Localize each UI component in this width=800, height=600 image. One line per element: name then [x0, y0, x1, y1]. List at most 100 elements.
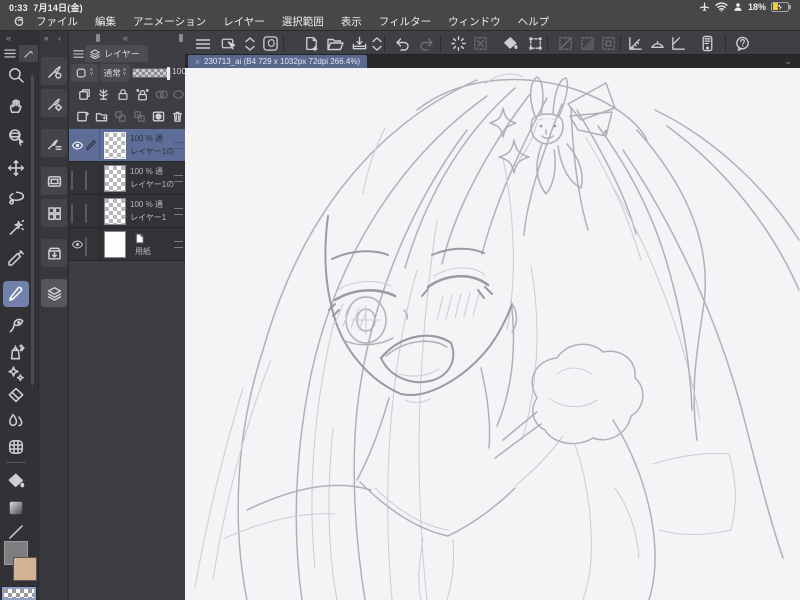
dock-layer-property-button[interactable]: [41, 199, 67, 227]
scale-rotate-icon[interactable]: [525, 34, 545, 53]
paper-thumbnail[interactable]: [104, 231, 126, 258]
eyedropper-tool[interactable]: [3, 245, 29, 271]
hand-tool[interactable]: [3, 93, 29, 119]
pencil-tool[interactable]: [3, 312, 29, 338]
edit-pointer-icon[interactable]: [218, 34, 238, 53]
lock-transparent-pixels-icon[interactable]: [135, 87, 150, 102]
operation-tool[interactable]: [3, 124, 29, 150]
enable-mask-icon[interactable]: [154, 87, 169, 102]
companion-mode-icon[interactable]: [697, 34, 717, 53]
new-folder-button[interactable]: [94, 109, 109, 124]
dock-subtool-button[interactable]: [41, 89, 67, 117]
visibility-eye-icon[interactable]: [71, 238, 84, 251]
new-layer-button[interactable]: [75, 109, 90, 124]
liquify-tool[interactable]: [3, 434, 29, 460]
redo-icon[interactable]: [417, 34, 437, 53]
reference-layer-icon[interactable]: [171, 87, 186, 102]
layer-thumbnail[interactable]: [104, 165, 126, 192]
layer-thumbnail[interactable]: [104, 198, 126, 225]
menu-help[interactable]: ヘルプ: [518, 14, 550, 29]
clip-studio-logo[interactable]: [12, 15, 26, 29]
dock-tool-button[interactable]: [41, 57, 67, 85]
undo-icon[interactable]: [392, 34, 412, 53]
menu-selection[interactable]: 選択範囲: [282, 14, 324, 29]
main-menu-icon[interactable]: [193, 34, 213, 53]
panel-handle[interactable]: [96, 34, 100, 42]
tab-list-chevron-icon[interactable]: ⌄: [784, 56, 792, 67]
new-canvas-icon[interactable]: [301, 34, 321, 53]
layer-row-1[interactable]: 100 % 通レイヤー1の: [69, 129, 186, 162]
document-tab[interactable]: × 230713_ai (B4 729 x 1032px 72dpi 266.4…: [188, 55, 368, 68]
canvas[interactable]: [185, 68, 800, 600]
collapse-dock-icon[interactable]: «: [44, 33, 49, 43]
pen-tool-selected[interactable]: [3, 281, 29, 307]
open-file-icon[interactable]: [325, 34, 345, 53]
dock-arrow-icon[interactable]: ‹: [58, 33, 61, 43]
layer-drag-handle[interactable]: [174, 241, 183, 248]
collapse-layer-panel-icon[interactable]: «: [123, 33, 128, 43]
menu-window[interactable]: ウィンドウ: [448, 14, 501, 29]
layer-panel-menu-icon[interactable]: [73, 49, 84, 59]
dock-tool-property-button[interactable]: [41, 129, 67, 157]
visibility-eye-icon[interactable]: [71, 139, 84, 152]
layer-drag-handle[interactable]: [174, 208, 183, 215]
layer-row-paper[interactable]: 用紙: [69, 228, 186, 261]
sub-color-swatch[interactable]: [13, 557, 37, 581]
menu-edit[interactable]: 編集: [95, 14, 116, 29]
layer-row-2[interactable]: 100 % 通レイヤー1の: [69, 162, 186, 195]
deselect-icon[interactable]: [555, 34, 575, 53]
tool-palette-scrollbar[interactable]: [31, 75, 34, 385]
menu-filter[interactable]: フィルター: [379, 14, 431, 29]
eraser-tool[interactable]: [3, 382, 29, 408]
panel-handle-right[interactable]: [179, 34, 183, 42]
transfer-to-layer-below-button[interactable]: [113, 109, 128, 124]
delete-layer-button[interactable]: [170, 109, 185, 124]
invert-selection-icon[interactable]: [577, 34, 597, 53]
menu-layer[interactable]: レイヤー: [223, 14, 265, 29]
layer-row-3[interactable]: 100 % 通レイヤー1: [69, 195, 186, 228]
menu-file[interactable]: ファイル: [36, 14, 78, 29]
layer-palette-color-selector[interactable]: ˄ ˅: [71, 64, 98, 82]
opacity-slider-knob[interactable]: [167, 67, 170, 80]
draw-on-layer-icon[interactable]: [96, 87, 111, 102]
menu-animation[interactable]: アニメーション: [133, 14, 206, 29]
visibility-checkbox-empty[interactable]: [71, 204, 73, 223]
layer-tab[interactable]: レイヤー: [85, 45, 148, 62]
fill-tool[interactable]: [3, 468, 29, 494]
gradient-tool[interactable]: [3, 495, 29, 521]
toolbar-toggle-chevrons-icon[interactable]: [240, 34, 260, 53]
layer-drag-handle[interactable]: [174, 175, 183, 182]
clip-to-layer-below-icon[interactable]: [77, 87, 92, 102]
layer-move-tool[interactable]: [3, 155, 29, 181]
current-tool-tab[interactable]: [19, 45, 38, 62]
menu-view[interactable]: 表示: [341, 14, 362, 29]
transparent-color-swatch[interactable]: [1, 586, 37, 600]
clip-studio-launch-icon[interactable]: [260, 34, 280, 53]
lock-layer-icon[interactable]: [116, 87, 130, 102]
save-icon[interactable]: [349, 34, 369, 53]
clear-outside-selection-icon[interactable]: [470, 34, 490, 53]
opacity-slider[interactable]: [132, 67, 171, 80]
tool-palette-menu-icon[interactable]: [4, 48, 16, 59]
blend-tool[interactable]: [3, 407, 29, 433]
snap-to-grid-icon[interactable]: [668, 34, 688, 53]
close-tab-icon[interactable]: ×: [195, 57, 200, 67]
snap-to-ruler-icon[interactable]: [625, 34, 645, 53]
merge-with-layer-below-button[interactable]: [132, 109, 147, 124]
blend-mode-dropdown[interactable]: 通常 ˄ ˅: [100, 64, 130, 82]
layer-drag-handle[interactable]: [174, 142, 183, 149]
snap-to-special-ruler-icon[interactable]: [647, 34, 667, 53]
dock-material-button[interactable]: [41, 239, 67, 267]
dock-navigator-button[interactable]: [41, 167, 67, 195]
create-mask-button[interactable]: [151, 109, 166, 124]
clear-icon[interactable]: [448, 34, 468, 53]
zoom-tool[interactable]: [3, 62, 29, 88]
collapse-tool-palette-icon[interactable]: «: [6, 33, 11, 43]
selection-border-icon[interactable]: [598, 34, 618, 53]
auto-select-wand-tool[interactable]: [3, 215, 29, 241]
selection-lasso-tool[interactable]: [3, 185, 29, 211]
fill-command-icon[interactable]: [500, 34, 520, 53]
help-hints-icon[interactable]: [732, 34, 752, 53]
visibility-checkbox-empty[interactable]: [71, 171, 73, 190]
dock-layer-button-selected[interactable]: [41, 279, 67, 307]
